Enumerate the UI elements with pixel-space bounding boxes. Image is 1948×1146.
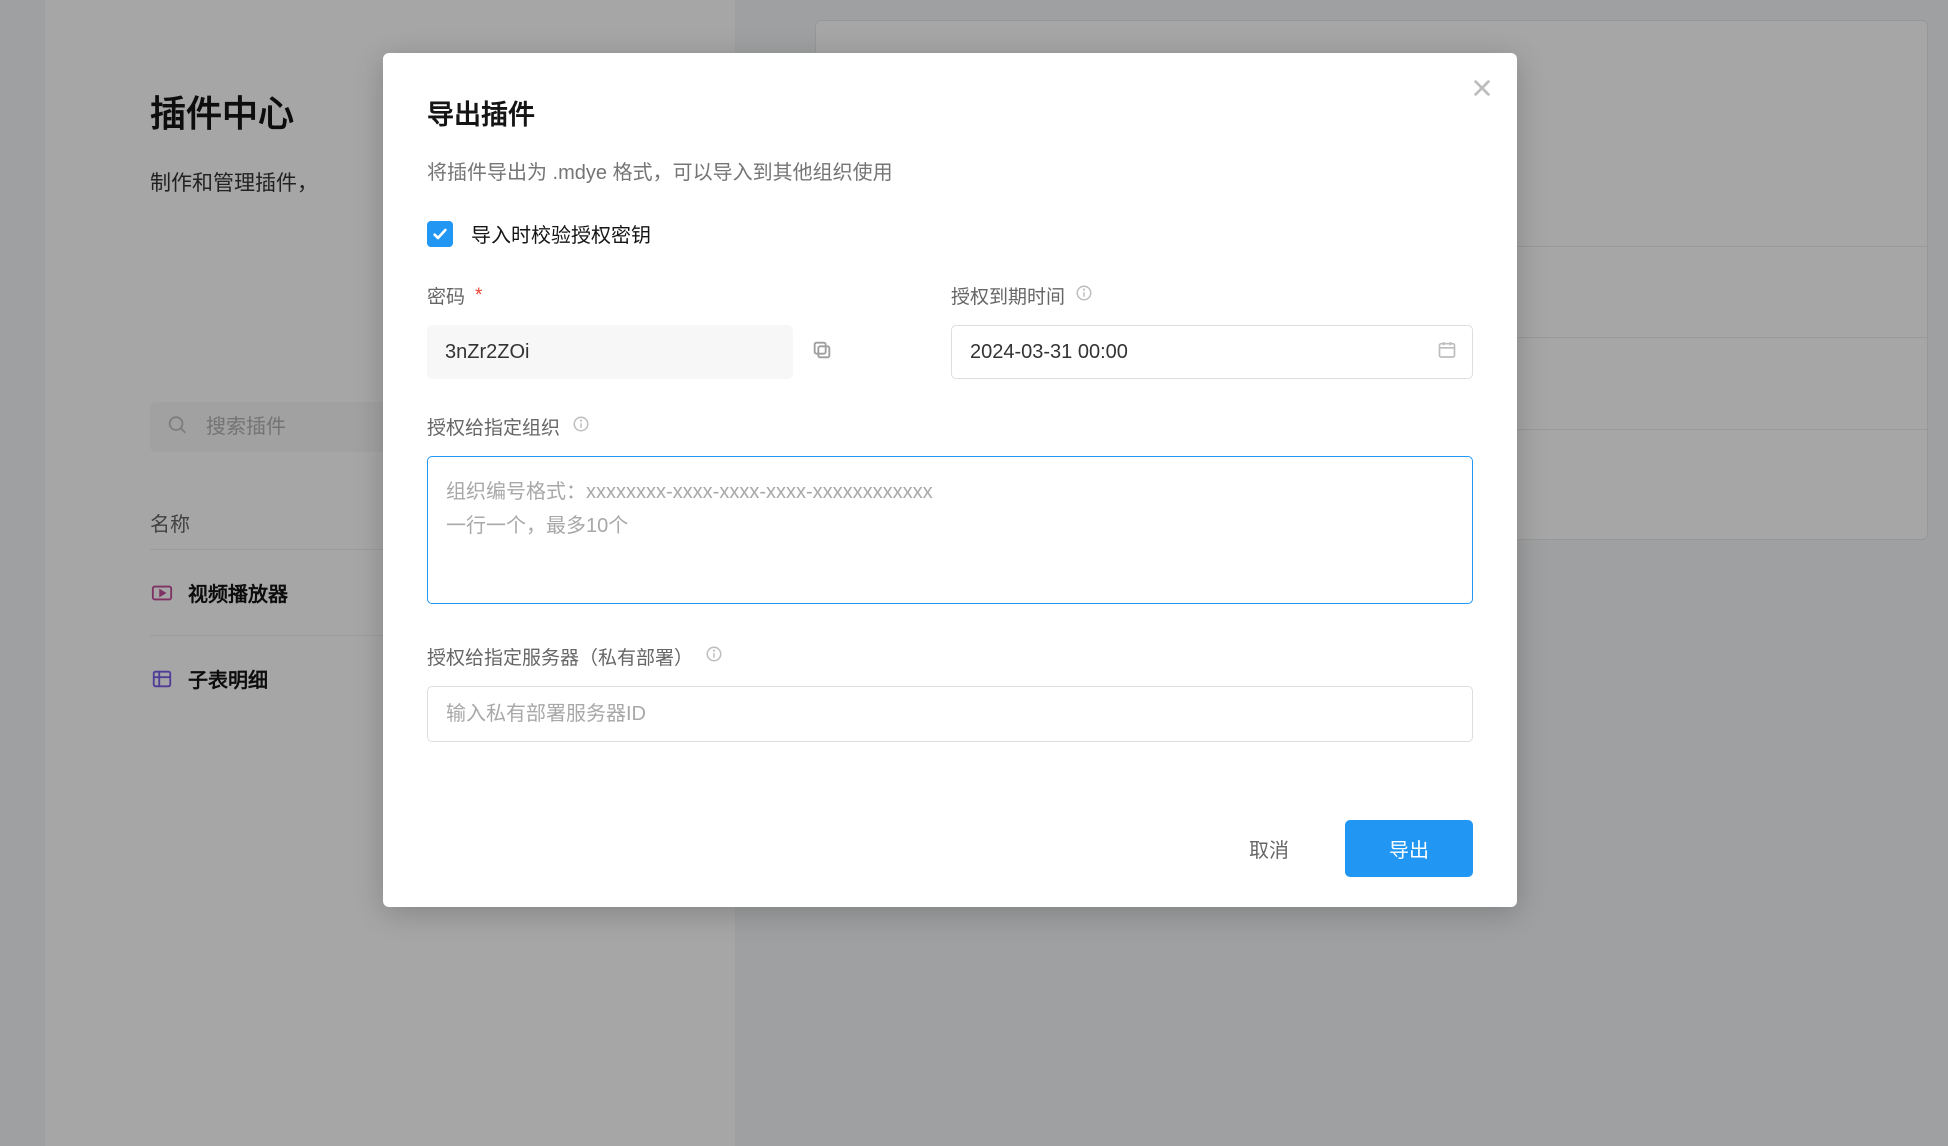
password-field-wrapper: 密码 * (427, 282, 907, 379)
info-icon (705, 645, 723, 669)
modal-title: 导出插件 (427, 93, 1473, 132)
server-label: 授权给指定服务器（私有部署） (427, 643, 1473, 670)
server-section: 授权给指定服务器（私有部署） (427, 643, 1473, 742)
checkbox-label: 导入时校验授权密钥 (471, 219, 651, 248)
cancel-button[interactable]: 取消 (1221, 820, 1317, 877)
expire-label: 授权到期时间 (951, 282, 1473, 309)
expire-date-input[interactable] (951, 325, 1473, 379)
copy-button[interactable] (811, 339, 833, 366)
info-icon (572, 415, 590, 439)
password-label: 密码 * (427, 282, 907, 309)
org-label: 授权给指定组织 (427, 413, 1473, 440)
export-plugin-modal: 导出插件 将插件导出为 .mdye 格式，可以导入到其他组织使用 导入时校验授权… (383, 53, 1517, 907)
check-icon (432, 226, 448, 242)
password-input[interactable] (427, 325, 793, 379)
org-section: 授权给指定组织 (427, 413, 1473, 609)
close-button[interactable] (1471, 77, 1493, 104)
verify-key-checkbox[interactable] (427, 221, 453, 247)
server-input[interactable] (427, 686, 1473, 742)
field-row: 密码 * 授权到期时间 (427, 282, 1473, 379)
modal-subtitle: 将插件导出为 .mdye 格式，可以导入到其他组织使用 (427, 156, 1473, 185)
date-input-wrapper (951, 325, 1473, 379)
expire-field-wrapper: 授权到期时间 (951, 282, 1473, 379)
checkbox-row: 导入时校验授权密钥 (427, 219, 1473, 248)
org-textarea[interactable] (427, 456, 1473, 604)
modal-footer: 取消 导出 (427, 820, 1473, 877)
export-button[interactable]: 导出 (1345, 820, 1473, 877)
required-indicator: * (475, 285, 482, 307)
info-icon (1075, 284, 1093, 308)
copy-icon (811, 339, 833, 361)
